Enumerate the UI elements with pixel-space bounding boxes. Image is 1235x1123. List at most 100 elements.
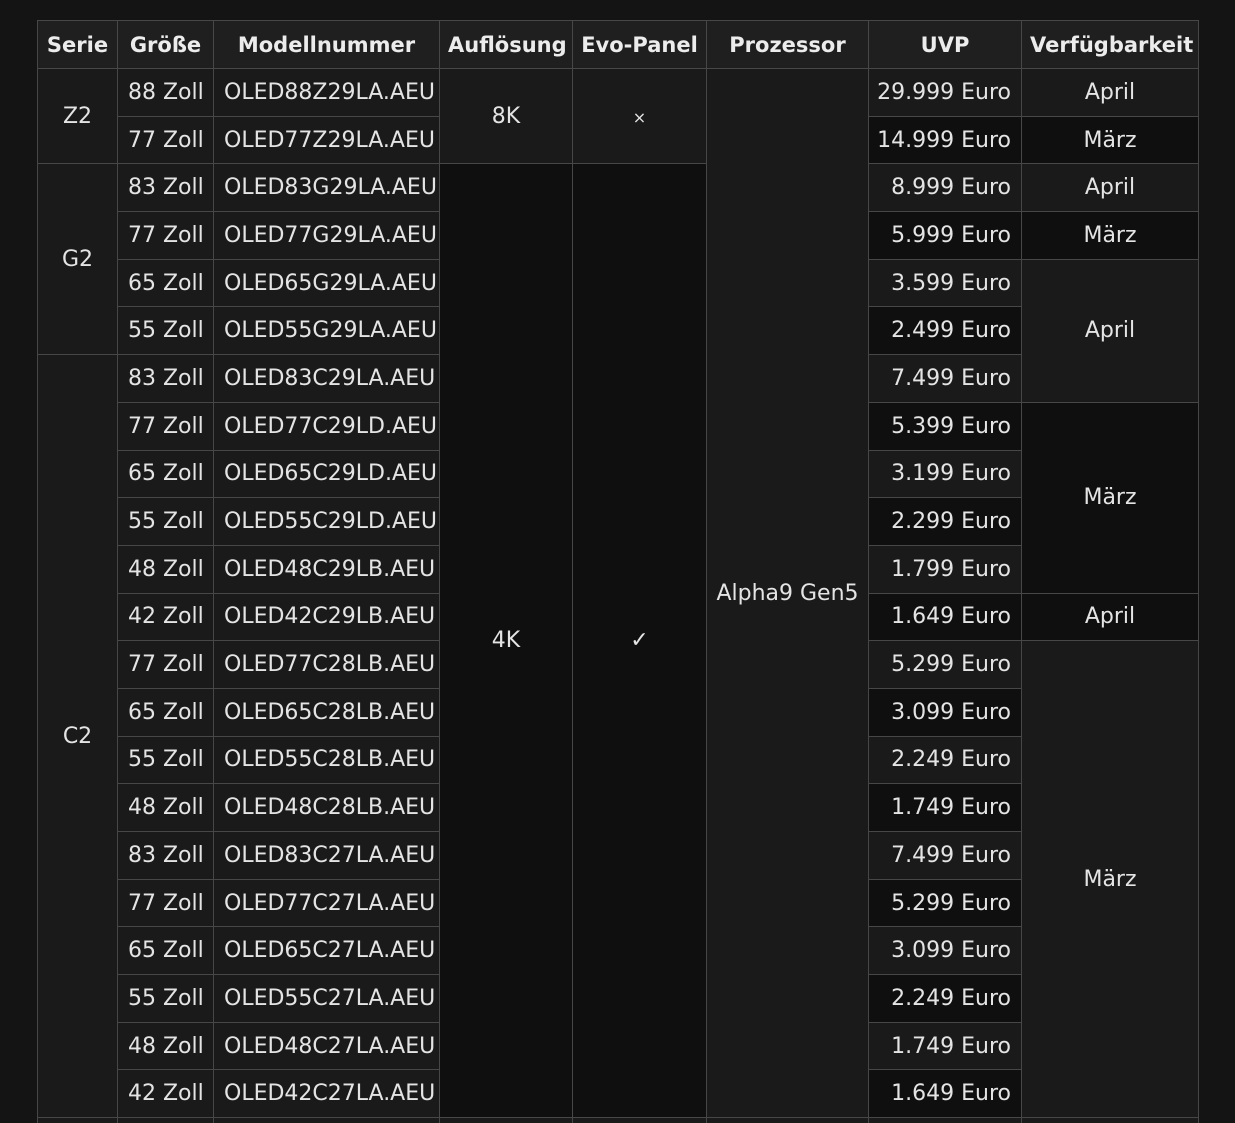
size-cell: 55 Zoll [117,974,214,1023]
header-groesse[interactable]: Größe [117,20,214,69]
empty-cell [213,1117,440,1123]
size-cell: 88 Zoll [117,68,214,117]
price-cell: 7.499 Euro [868,354,1022,403]
resolution-cell-8k: 8K [439,67,573,165]
series-cell-c2: C2 [37,354,118,1119]
size-cell: 42 Zoll [117,1069,214,1119]
model-cell: OLED77G29LA.AEU [213,211,440,260]
size-cell: 55 Zoll [117,735,214,785]
size-cell: 65 Zoll [117,449,214,499]
model-cell: OLED77C27LA.AEU [213,878,440,928]
model-cell: OLED42C29LB.AEU [213,592,440,642]
size-cell: 55 Zoll [117,497,214,546]
empty-cell [439,1117,573,1123]
model-cell: OLED77C29LD.AEU [213,401,440,451]
model-cell: OLED48C29LB.AEU [213,544,440,594]
size-cell: 65 Zoll [117,687,214,737]
model-cell: OLED77Z29LA.AEU [213,115,440,165]
price-cell: 2.249 Euro [868,974,1022,1023]
series-cell-z2: Z2 [37,67,118,165]
price-cell: 3.099 Euro [868,687,1022,737]
availability-cell: März [1021,211,1199,260]
size-cell: 65 Zoll [117,258,214,308]
empty-cell [706,1117,869,1123]
header-row: Serie Größe Modellnummer Auflösung Evo-P… [37,20,1199,69]
evo-panel-check-icon: ✓ [572,163,707,1119]
price-cell: 7.499 Euro [868,831,1022,880]
size-cell: 77 Zoll [117,115,214,165]
price-cell: 2.299 Euro [868,497,1022,546]
model-cell: OLED83C29LA.AEU [213,354,440,403]
availability-cell: April [1021,258,1199,403]
evo-no-mark: × [632,107,647,127]
price-cell: 1.649 Euro [868,592,1022,642]
empty-cell [117,1117,214,1123]
price-cell: 2.249 Euro [868,735,1022,785]
price-cell: 1.799 Euro [868,544,1022,594]
price-cell: 8.999 Euro [868,163,1022,213]
model-cell: OLED65C27LA.AEU [213,926,440,976]
oled-model-table: Serie Größe Modellnummer Auflösung Evo-P… [37,20,1199,1123]
header-modellnummer[interactable]: Modellnummer [213,20,440,69]
model-cell: OLED55C27LA.AEU [213,974,440,1023]
table-row: Z2 88 Zoll OLED88Z29LA.AEU 8K × Alpha9 G… [37,67,1199,1119]
price-cell: 1.749 Euro [868,783,1022,832]
header-verfuegbarkeit[interactable]: Verfügbarkeit [1021,20,1199,69]
size-cell: 77 Zoll [117,401,214,451]
header-aufloesung[interactable]: Auflösung [439,20,573,69]
empty-cell [1021,1117,1199,1123]
table-row: G2 83 Zoll OLED83G29LA.AEU 4K ✓ 8.999 Eu… [37,163,1199,1119]
evo-panel-cross-icon: × [572,67,707,165]
availability-cell: März [1021,401,1199,594]
price-cell: 14.999 Euro [868,115,1022,165]
size-cell: 77 Zoll [117,878,214,928]
size-cell: 65 Zoll [117,926,214,976]
price-cell: 5.299 Euro [868,878,1022,928]
resolution-cell-4k: 4K [439,163,573,1119]
model-cell: OLED42C27LA.AEU [213,1069,440,1119]
series-cell-g2: G2 [37,163,118,356]
price-cell: 5.299 Euro [868,640,1022,689]
model-cell: OLED55G29LA.AEU [213,306,440,356]
header-serie[interactable]: Serie [37,20,118,69]
model-cell: OLED55C29LD.AEU [213,497,440,546]
model-cell: OLED83C27LA.AEU [213,831,440,880]
availability-cell: März [1021,115,1199,165]
size-cell: 48 Zoll [117,544,214,594]
price-cell: 3.199 Euro [868,449,1022,499]
availability-cell: März [1021,640,1199,1119]
model-cell: OLED65C28LB.AEU [213,687,440,737]
size-cell: 83 Zoll [117,354,214,403]
model-cell: OLED55C28LB.AEU [213,735,440,785]
evo-yes-mark: ✓ [630,628,649,654]
price-cell: 3.599 Euro [868,258,1022,308]
size-cell: 77 Zoll [117,640,214,689]
model-cell: OLED65G29LA.AEU [213,258,440,308]
model-cell: OLED83G29LA.AEU [213,163,440,213]
size-cell: 83 Zoll [117,163,214,213]
model-cell: OLED48C28LB.AEU [213,783,440,832]
table-row-partial [37,1117,1199,1123]
price-cell: 3.099 Euro [868,926,1022,976]
price-cell: 2.499 Euro [868,306,1022,356]
empty-cell [37,1117,118,1123]
size-cell: 42 Zoll [117,592,214,642]
header-uvp[interactable]: UVP [868,20,1022,69]
price-cell: 5.999 Euro [868,211,1022,260]
model-cell: OLED48C27LA.AEU [213,1021,440,1071]
model-cell: OLED77C28LB.AEU [213,640,440,689]
availability-cell: April [1021,68,1199,117]
processor-cell: Alpha9 Gen5 [706,67,869,1119]
size-cell: 48 Zoll [117,1021,214,1071]
model-cell: OLED65C29LD.AEU [213,449,440,499]
availability-cell: April [1021,592,1199,642]
empty-cell [868,1117,1022,1123]
price-cell: 5.399 Euro [868,401,1022,451]
size-cell: 55 Zoll [117,306,214,356]
header-evo-panel[interactable]: Evo-Panel [572,20,707,69]
availability-cell: April [1021,163,1199,213]
price-cell: 1.649 Euro [868,1069,1022,1119]
size-cell: 83 Zoll [117,831,214,880]
header-prozessor[interactable]: Prozessor [706,20,869,69]
table-container: Serie Größe Modellnummer Auflösung Evo-P… [37,20,1199,1123]
